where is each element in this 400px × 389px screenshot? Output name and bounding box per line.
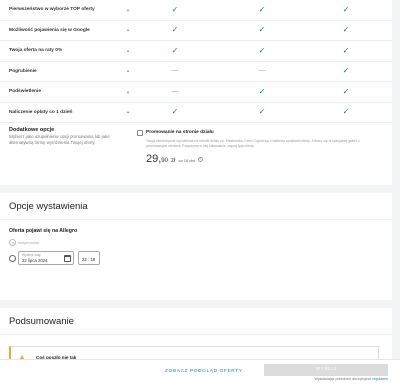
footer-bar: ZOBACZ PODGLĄD OFERTY WYŚLIJ Wystawiając… [0, 359, 400, 389]
feature-label: Naliczenie opłaty co 1 dzień [9, 109, 73, 115]
feature-label: Podświetlenie [9, 89, 41, 95]
check-icon: ✓ [171, 45, 179, 55]
terms-link[interactable]: regulamin [372, 377, 388, 381]
feature-row: Twoja oferta na raty 0% ⌄ ✓ ✓ ✓ [0, 41, 392, 62]
additional-options: Dodatkowe opcje Wybierz jako uzupełnieni… [0, 123, 392, 185]
publish-section: Opcje wystawienia Oferta pojawi się na A… [0, 193, 392, 300]
submit-button[interactable]: WYŚLIJ [264, 364, 388, 376]
features-table: Pierwszeństwo w wyborze TOP oferty ⌄ ✓ ✓ ✓ Mo… [0, 0, 392, 123]
feature-label: Możliwość pojawienia się w Google [9, 27, 90, 33]
check-icon: ✓ [258, 107, 266, 117]
feature-row: Możliwość pojawienia się w Google ⌄ ✓ ✓ ✓ [0, 21, 392, 41]
feature-row: Podświetlenie ⌄ — ✓ ✓ [0, 82, 392, 103]
radio-now[interactable] [9, 239, 16, 246]
preview-button[interactable]: ZOBACZ PODGLĄD OFERTY [165, 369, 243, 374]
additional-description: Wybierz jako uzupełnienie opcji promowan… [9, 134, 110, 145]
check-icon: ✓ [342, 107, 350, 117]
price-note: co 10 dni [178, 158, 195, 163]
dash-icon: — [171, 87, 179, 95]
publish-heading: Opcje wystawienia [0, 193, 392, 220]
promo-title[interactable]: Promowanie na stronie działu [146, 130, 214, 135]
feature-label: Pierwszeństwo w wyborze TOP oferty [9, 7, 95, 13]
check-icon: ✓ [342, 86, 350, 96]
chevron-down-icon[interactable]: ⌄ [118, 67, 138, 75]
check-icon: ✓ [258, 45, 266, 55]
feature-label: Pogrubienie [9, 68, 37, 74]
chevron-down-icon[interactable]: ⌄ [118, 47, 138, 55]
feature-label: Twoja oferta na raty 0% [9, 48, 63, 54]
check-icon: ✓ [258, 4, 266, 14]
radio-scheduled[interactable] [9, 255, 16, 262]
check-icon: ✓ [342, 25, 350, 35]
calendar-icon[interactable] [64, 255, 71, 262]
chevron-down-icon[interactable]: ⌄ [118, 26, 138, 34]
chevron-down-icon[interactable]: ⌄ [118, 88, 138, 96]
check-icon: ✓ [171, 107, 179, 117]
promo-checkbox[interactable] [137, 130, 143, 136]
dash-icon: — [258, 67, 266, 75]
check-icon: ✓ [342, 45, 350, 55]
chevron-down-icon[interactable]: ⌄ [118, 6, 138, 14]
date-caption: Wybierz datę [22, 253, 41, 257]
check-icon: ✓ [258, 86, 266, 96]
check-icon: ✓ [171, 25, 179, 35]
promo-price: 29,90 zł co 10 dni ? [146, 153, 203, 165]
time-field[interactable]: 22 : 18 [78, 251, 100, 265]
date-field[interactable]: Wybierz datę 22 lipca 2024 [18, 251, 74, 265]
check-icon: ✓ [342, 66, 350, 76]
price-currency: zł [171, 158, 176, 164]
chevron-down-icon[interactable]: ⌄ [118, 108, 138, 116]
promo-description: Twoja oferta będzie wyróżniona na stroni… [146, 139, 360, 148]
check-icon: ✓ [171, 4, 179, 14]
price-main: 29, [146, 153, 162, 165]
terms-note: Wystawiając przedmiot akceptujesz regula… [315, 377, 388, 381]
price-cents: 90 [161, 158, 168, 164]
check-icon: ✓ [258, 25, 266, 35]
date-value: 22 lipca 2024 [22, 258, 48, 263]
info-icon[interactable]: ? [197, 156, 203, 162]
terms-text: Wystawiając przedmiot akceptujesz [314, 377, 372, 381]
radio-now-label: natychmiast [18, 240, 40, 245]
feature-row: Pierwszeństwo w wyborze TOP oferty ⌄ ✓ ✓ ✓ [0, 0, 392, 21]
check-icon: ✓ [342, 4, 350, 14]
dash-icon: — [171, 67, 179, 75]
feature-row: Pogrubienie ⌄ — — ✓ [0, 62, 392, 82]
publish-label: Oferta pojawi się na Allegro [9, 228, 78, 234]
summary-heading: Podsumowanie [0, 308, 392, 335]
